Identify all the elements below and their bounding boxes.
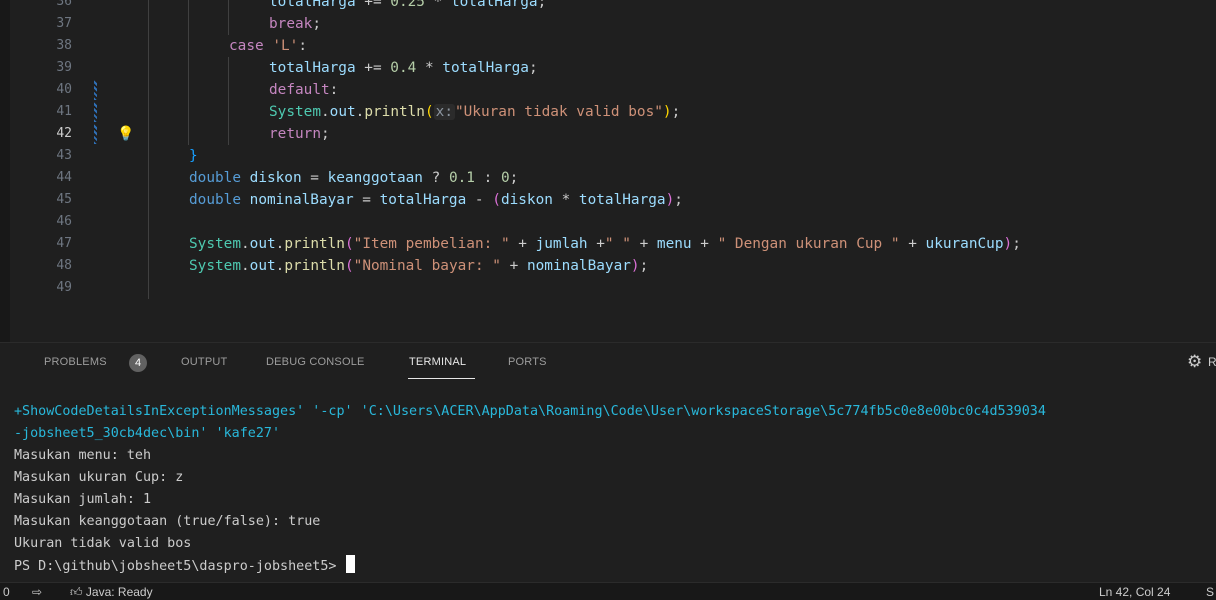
code-text: } — [189, 148, 198, 164]
terminal-line: Ukuran tidak valid bos — [14, 536, 192, 551]
code-text: case 'L': — [229, 38, 307, 54]
code-text: System.out.println("Item pembelian: " + … — [189, 236, 1021, 252]
code-line-36[interactable]: 36 totalHarga += 0.25 * totalHarga; — [10, 0, 1216, 13]
tab-problems[interactable]: PROBLEMS — [44, 356, 107, 368]
java-status-item[interactable]: 👍︎ Java: Ready — [70, 584, 153, 600]
code-text: return; — [269, 126, 330, 142]
thumbs-up-icon: 👍︎ — [70, 585, 83, 599]
code-line-43[interactable]: 43 } — [10, 145, 1216, 167]
debug-gear-icon[interactable]: ⚙ — [1187, 352, 1202, 372]
line-number: 49 — [56, 280, 72, 295]
active-tab-underline — [408, 378, 475, 379]
code-line-45[interactable]: 45 double nominalBayar = totalHarga - (d… — [10, 189, 1216, 211]
vscode-window: 36 totalHarga += 0.25 * totalHarga; 37 b… — [0, 0, 1216, 600]
code-line-44[interactable]: 44 double diskon = keanggotaan ? 0.1 : 0… — [10, 167, 1216, 189]
code-line-40[interactable]: 40 default: — [10, 79, 1216, 101]
tab-debug-console[interactable]: DEBUG CONSOLE — [266, 356, 365, 368]
tab-terminal[interactable]: TERMINAL — [409, 356, 466, 368]
code-line-49[interactable]: 49 — [10, 277, 1216, 299]
tab-ports[interactable]: PORTS — [508, 356, 547, 368]
code-text: break; — [269, 16, 321, 32]
line-number: 38 — [56, 38, 72, 53]
terminal-prompt: PS D:\github\jobsheet5\daspro-jobsheet5> — [14, 559, 345, 574]
modified-line-marker[interactable] — [94, 124, 97, 144]
code-line-37[interactable]: 37 break; — [10, 13, 1216, 35]
line-number: 45 — [56, 192, 72, 207]
lightbulb-icon[interactable]: 💡 — [117, 125, 134, 143]
java-status-text: Java: Ready — [85, 585, 153, 599]
code-line-42[interactable]: 42 💡 return; — [10, 123, 1216, 145]
bottom-panel: PROBLEMS 4 OUTPUT DEBUG CONSOLE TERMINAL… — [0, 342, 1216, 582]
code-text: totalHarga += 0.25 * totalHarga; — [269, 0, 547, 10]
modified-line-marker[interactable] — [94, 80, 97, 100]
code-line-41[interactable]: 41 System.out.println(x: "Ukuran tidak va… — [10, 101, 1216, 123]
line-number: 48 — [56, 258, 72, 273]
line-number: 37 — [56, 16, 72, 31]
code-text: default: — [269, 82, 339, 98]
terminal-line: Masukan keanggotaan (true/false): true — [14, 514, 321, 529]
panel-action-label[interactable]: R — [1208, 355, 1216, 369]
code-text: double nominalBayar = totalHarga - (disk… — [189, 192, 683, 208]
live-share-icon[interactable]: ⇨ — [32, 584, 42, 600]
terminal-line: Masukan jumlah: 1 — [14, 492, 152, 507]
terminal-line: Masukan ukuran Cup: z — [14, 470, 184, 485]
status-right-partial[interactable]: S — [1206, 584, 1214, 600]
line-number-active: 42 — [56, 126, 72, 141]
code-line-47[interactable]: 47 System.out.println("Item pembelian: "… — [10, 233, 1216, 255]
line-number: 36 — [56, 0, 72, 9]
terminal-line: -jobsheet5_30cb4dec\bin' 'kafe27' — [14, 426, 281, 441]
inlay-parameter-hint: x: — [433, 104, 455, 120]
line-number: 47 — [56, 236, 72, 251]
code-editor[interactable]: 36 totalHarga += 0.25 * totalHarga; 37 b… — [0, 0, 1216, 342]
terminal-cursor — [345, 555, 355, 573]
cursor-position[interactable]: Ln 42, Col 24 — [1099, 584, 1170, 600]
code-text: double diskon = keanggotaan ? 0.1 : 0; — [189, 170, 519, 186]
line-number: 46 — [56, 214, 72, 229]
line-number: 41 — [56, 104, 72, 119]
problems-count-badge: 4 — [129, 354, 147, 372]
code-line-48[interactable]: 48 System.out.println("Nominal bayar: " … — [10, 255, 1216, 277]
line-number: 44 — [56, 170, 72, 185]
line-number: 40 — [56, 82, 72, 97]
terminal-line: +ShowCodeDetailsInExceptionMessages' '-c… — [14, 404, 1046, 419]
code-line-39[interactable]: 39 totalHarga += 0.4 * totalHarga; — [10, 57, 1216, 79]
status-left-partial[interactable]: 0 — [3, 584, 10, 600]
panel-tab-bar: PROBLEMS 4 OUTPUT DEBUG CONSOLE TERMINAL… — [0, 343, 1216, 381]
tab-output[interactable]: OUTPUT — [181, 356, 227, 368]
modified-line-marker[interactable] — [94, 102, 97, 122]
code-text: System.out.println("Nominal bayar: " + n… — [189, 258, 649, 274]
code-text: System.out.println(x: "Ukuran tidak valid… — [269, 104, 681, 120]
terminal-line: Masukan menu: teh — [14, 448, 152, 463]
code-text: totalHarga += 0.4 * totalHarga; — [269, 60, 538, 76]
line-number: 39 — [56, 60, 72, 75]
status-bar: 0 ⇨ 👍︎ Java: Ready Ln 42, Col 24 S — [0, 582, 1216, 600]
line-number: 43 — [56, 148, 72, 163]
code-line-46[interactable]: 46 — [10, 211, 1216, 233]
code-line-38[interactable]: 38 case 'L': — [10, 35, 1216, 57]
terminal-prompt-line[interactable]: PS D:\github\jobsheet5\daspro-jobsheet5> — [14, 555, 355, 578]
editor-left-edge — [0, 0, 10, 342]
